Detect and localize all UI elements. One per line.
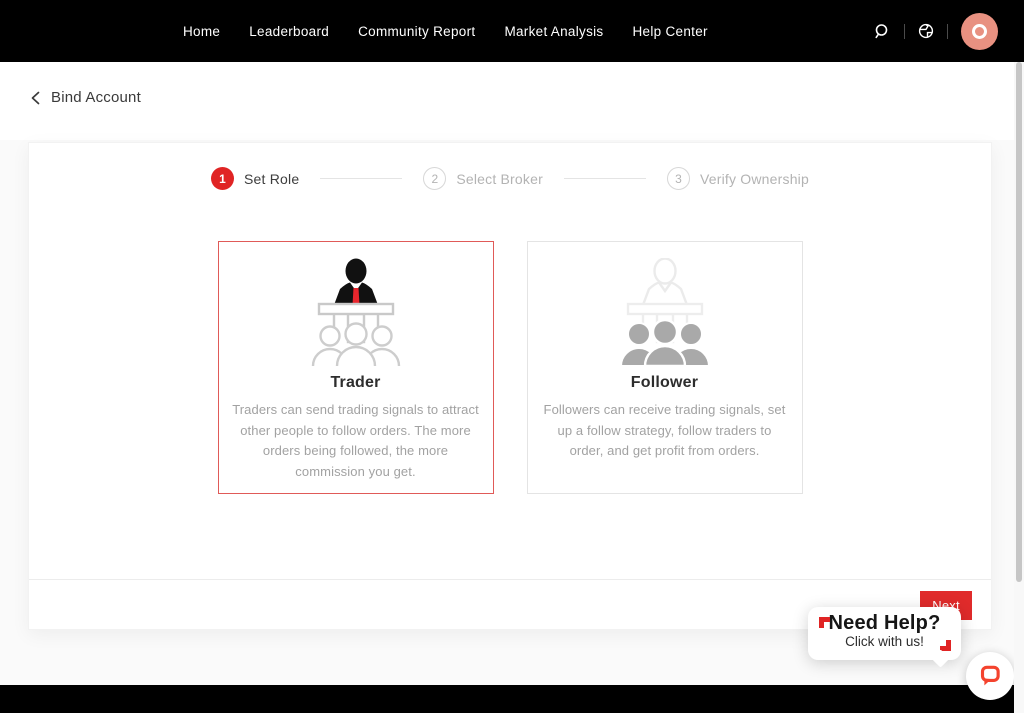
role-options: Trader Traders can send trading signals … — [29, 241, 991, 494]
language-globe-icon[interactable] — [918, 23, 934, 39]
avatar[interactable] — [961, 13, 998, 50]
nav-item-home[interactable]: Home — [183, 24, 220, 39]
trader-podium-icon — [219, 258, 493, 370]
footer-bar — [0, 685, 1024, 713]
nav-item-market-analysis[interactable]: Market Analysis — [504, 24, 603, 39]
step-select-broker: 2 Select Broker — [423, 167, 543, 190]
role-title-trader: Trader — [219, 374, 493, 392]
nav-item-community-report[interactable]: Community Report — [358, 24, 475, 39]
follower-audience-icon — [528, 258, 802, 370]
role-title-follower: Follower — [528, 374, 802, 392]
livechat-button[interactable] — [966, 652, 1014, 700]
nav-right-actions — [874, 0, 998, 62]
nav-divider — [947, 24, 948, 39]
step-3-label: Verify Ownership — [700, 171, 809, 187]
red-corner-bracket-icon — [819, 617, 830, 628]
search-icon[interactable] — [874, 23, 891, 40]
need-help-eyecatcher[interactable]: Need Help? Click with us! — [808, 607, 961, 660]
step-set-role: 1 Set Role — [211, 167, 299, 190]
nav-divider — [904, 24, 905, 39]
help-title: Need Help? — [808, 612, 961, 635]
scrollbar-thumb[interactable] — [1016, 62, 1022, 582]
scrollbar[interactable] — [1014, 62, 1024, 713]
step-1-label: Set Role — [244, 171, 299, 187]
top-nav: Home Leaderboard Community Report Market… — [0, 0, 1024, 62]
nav-menu: Home Leaderboard Community Report Market… — [183, 24, 708, 39]
role-description-follower: Followers can receive trading signals, s… — [540, 400, 790, 462]
step-connector — [564, 178, 646, 179]
step-3-indicator: 3 — [667, 167, 690, 190]
nav-item-help-center[interactable]: Help Center — [632, 24, 707, 39]
role-description-trader: Traders can send trading signals to attr… — [231, 400, 481, 482]
page-title: Bind Account — [51, 89, 141, 106]
step-2-label: Select Broker — [456, 171, 543, 187]
back-link[interactable]: Bind Account — [30, 89, 141, 106]
step-verify-ownership: 3 Verify Ownership — [667, 167, 809, 190]
step-2-indicator: 2 — [423, 167, 446, 190]
chat-bubble-icon — [975, 661, 1005, 691]
help-subtitle: Click with us! — [808, 634, 961, 649]
red-corner-bracket-icon — [940, 640, 951, 651]
avatar-ring-icon — [972, 24, 987, 39]
step-connector — [320, 178, 402, 179]
chevron-left-icon — [30, 91, 41, 105]
nav-item-leaderboard[interactable]: Leaderboard — [249, 24, 329, 39]
role-card-trader[interactable]: Trader Traders can send trading signals … — [218, 241, 494, 494]
stepper: 1 Set Role 2 Select Broker 3 Verify Owne… — [29, 167, 991, 190]
step-1-indicator: 1 — [211, 167, 234, 190]
bind-account-card: 1 Set Role 2 Select Broker 3 Verify Owne… — [28, 142, 992, 630]
role-card-follower[interactable]: Follower Followers can receive trading s… — [527, 241, 803, 494]
